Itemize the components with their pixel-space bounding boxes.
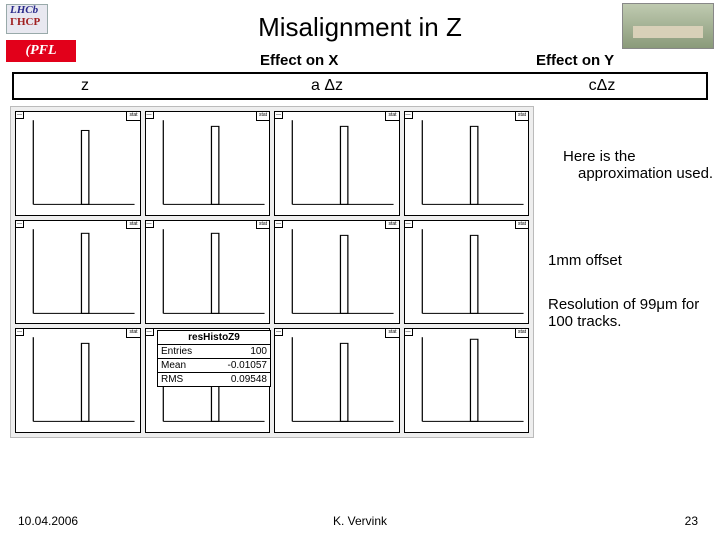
histogram-panel: —stat	[145, 220, 271, 325]
stat-mean-val: -0.01057	[228, 360, 267, 371]
stat-title: resHistoZ9	[158, 331, 270, 345]
stat-rms-label: RMS	[161, 374, 183, 385]
histogram-panel: —stat	[274, 220, 400, 325]
footer-author: K. Vervink	[0, 514, 720, 528]
header-effect-x: Effect on X	[260, 52, 338, 69]
stat-entries-label: Entries	[161, 346, 192, 357]
histogram-panel: —stat	[274, 328, 400, 433]
histogram-panel: —stat	[15, 328, 141, 433]
page-title: Misalignment in Z	[0, 12, 720, 43]
histogram-panel: —stat	[15, 220, 141, 325]
stat-rms-val: 0.09548	[231, 374, 267, 385]
header-effect-y: Effect on Y	[536, 52, 614, 69]
text-approximation: Here is the approximation used.	[548, 148, 714, 182]
epfl-logo: (PFL	[6, 40, 76, 62]
histogram-panel: —stat	[404, 111, 530, 216]
cell-cdz: cΔz	[498, 77, 706, 95]
stat-entries-val: 100	[250, 346, 267, 357]
histogram-panel: —stat	[274, 111, 400, 216]
histogram-panel: —stat	[15, 111, 141, 216]
footer-page: 23	[685, 514, 698, 528]
epfl-logo-text: (PFL	[25, 43, 56, 59]
stat-mean-label: Mean	[161, 360, 186, 371]
histogram-panel: —stat	[145, 111, 271, 216]
histogram-panel: —stat	[404, 220, 530, 325]
formula-row: z a Δz cΔz	[12, 72, 708, 100]
cell-adz: a Δz	[156, 77, 498, 95]
stat-box: resHistoZ9 Entries 100 Mean -0.01057 RMS 0.…	[157, 330, 271, 387]
cell-z: z	[14, 77, 156, 95]
text-resolution: Resolution of 99μm for 100 tracks.	[548, 296, 714, 330]
histogram-panel: —stat	[404, 328, 530, 433]
text-offset: 1mm offset	[548, 252, 714, 269]
plot-grid: —stat —stat —stat —stat —stat —stat —sta…	[10, 106, 534, 438]
